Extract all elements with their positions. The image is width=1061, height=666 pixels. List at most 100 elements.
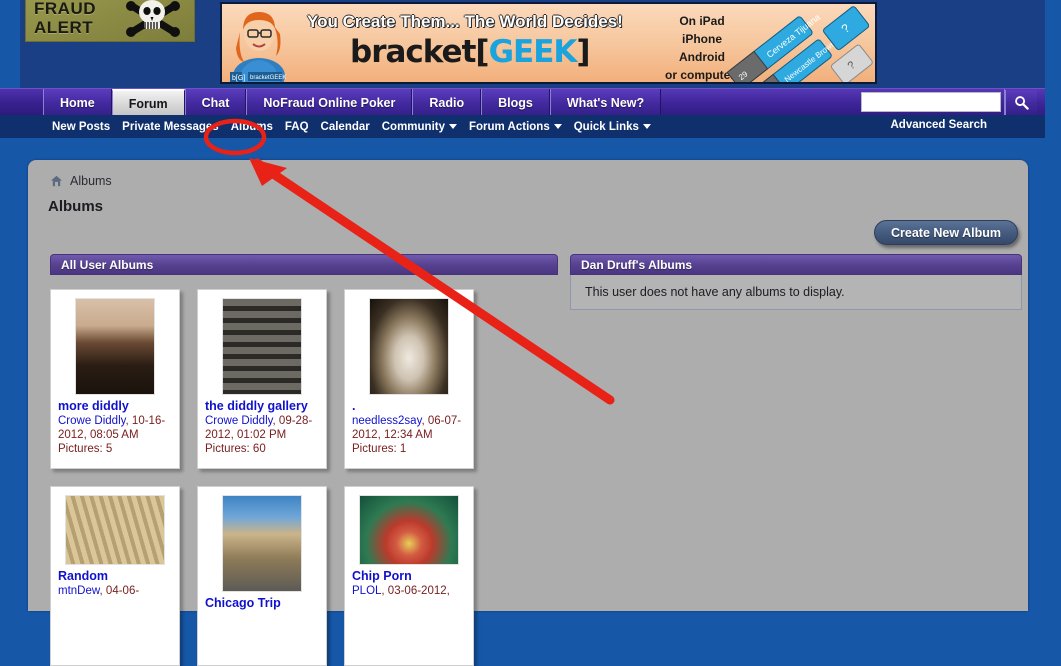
all-user-albums-header: All User Albums <box>50 254 558 275</box>
poker-chip-stacks-photo[interactable] <box>359 495 459 565</box>
portrait-man-photo[interactable] <box>75 298 155 395</box>
album-date: , 03-06-2012, <box>381 585 450 597</box>
album-picture-count: Pictures: 1 <box>352 443 407 455</box>
user-albums-empty-message: This user does not have any albums to di… <box>570 275 1022 310</box>
nav-tab-home[interactable]: Home <box>43 89 112 116</box>
chevron-down-icon <box>553 124 562 129</box>
chevron-down-icon <box>642 124 651 129</box>
user-albums-header: Dan Druff's Albums <box>570 254 1022 275</box>
chevron-down-icon <box>449 124 457 129</box>
breadcrumb-current[interactable]: Albums <box>70 174 112 188</box>
secondary-navigation: New Posts Private Messages Albums FAQ Calend… <box>0 115 1045 138</box>
subnav-item-calendar[interactable]: Calendar <box>321 121 370 133</box>
album-date: , 04-06- <box>99 585 140 597</box>
album-title-link[interactable]: Random <box>58 569 172 583</box>
banner-ad[interactable]: b[G] bracketGEEK You Create Them... The … <box>220 2 877 84</box>
album-title-link[interactable]: . <box>352 399 466 413</box>
subnav-item-forum-actions[interactable]: Forum Actions <box>469 121 562 133</box>
ad-brand-prefix: bracket[ <box>350 34 490 70</box>
subnav-item-label: Quick Links <box>573 120 639 133</box>
site-header: FRAUD ALERT b[G] bracketGEEK You Create … <box>0 0 1045 88</box>
subnav-item-new-posts[interactable]: New Posts <box>52 121 110 133</box>
album-meta: mtnDew, 04-06- <box>58 584 172 598</box>
album-meta: Crowe Diddly, 09-28-2012, 01:02 PM <box>205 414 319 442</box>
subnav-item-private-messages[interactable]: Private Messages <box>122 121 219 133</box>
nav-tab-what-s-new[interactable]: What's New? <box>549 89 662 116</box>
svg-text:b[G]: b[G] <box>232 75 245 82</box>
ad-brand-suffix: ] <box>576 34 590 70</box>
album-title-link[interactable]: more diddly <box>58 399 172 413</box>
nav-left-spacer <box>0 89 43 116</box>
album-author-link[interactable]: mtnDew <box>58 585 100 597</box>
nav-tab-blogs[interactable]: Blogs <box>481 89 550 116</box>
breadcrumb: Albums <box>50 174 112 188</box>
subnav-item-label: Calendar <box>320 120 370 133</box>
search-box[interactable] <box>861 92 1001 112</box>
nav-tab-nofraud-online-poker[interactable]: NoFraud Online Poker <box>246 89 413 116</box>
subnav-item-label: New Posts <box>52 120 111 133</box>
subnav-item-list: New Posts Private Messages Albums FAQ Calend… <box>52 115 651 138</box>
album-author-link[interactable]: Crowe Diddly <box>205 415 273 427</box>
fanned-banknotes-photo[interactable] <box>65 495 165 565</box>
search-input[interactable] <box>862 93 1000 111</box>
main-navigation: Home Forum Chat NoFraud Online Poker Radio Bl… <box>0 88 1045 116</box>
brick-building-facade-photo[interactable] <box>222 298 302 395</box>
subnav-item-faq[interactable]: FAQ <box>285 121 309 133</box>
nav-tab-forum[interactable]: Forum <box>111 89 185 116</box>
nav-tab-label: Radio <box>429 95 465 110</box>
subnav-item-label: Private Messages <box>122 120 219 133</box>
album-card[interactable]: Chicago Trip <box>197 486 327 666</box>
page-wrapper: FRAUD ALERT b[G] bracketGEEK You Create … <box>0 0 1045 666</box>
search-icon <box>1015 96 1029 110</box>
album-card[interactable]: more diddly Crowe Diddly, 10-16-2012, 08:… <box>50 289 180 469</box>
home-icon <box>50 175 63 187</box>
logo-line-1: FRAUD <box>34 0 96 18</box>
nav-tab-chat[interactable]: Chat <box>184 89 247 116</box>
nav-tab-radio[interactable]: Radio <box>412 89 482 116</box>
album-author-link[interactable]: needless2say <box>352 415 421 427</box>
album-card[interactable]: Chip Porn PLOL, 03-06-2012, <box>344 486 474 666</box>
subnav-item-label: FAQ <box>284 120 309 133</box>
ad-usb-drives-illustration: Cerveza Tijuana 29 Newcastle Brown Ale ?… <box>726 6 873 82</box>
album-title-link[interactable]: the diddly gallery <box>205 399 319 413</box>
album-picture-count: Pictures: 5 <box>58 443 113 455</box>
nav-tab-label: Forum <box>128 96 168 111</box>
advanced-search-link[interactable]: Advanced Search <box>890 119 987 131</box>
nav-tab-label: What's New? <box>566 95 645 110</box>
subnav-item-label: Albums <box>230 120 273 133</box>
ad-brand-logo: bracket[GEEK] <box>350 34 591 70</box>
album-title-link[interactable]: Chip Porn <box>352 569 466 583</box>
album-card[interactable]: Random mtnDew, 04-06- <box>50 486 180 666</box>
nav-tab-label: Chat <box>201 95 230 110</box>
album-title-link[interactable]: Chicago Trip <box>205 596 319 610</box>
page-title: Albums <box>48 198 104 215</box>
subnav-item-label: Forum Actions <box>469 120 550 133</box>
ad-brand-highlight: GEEK <box>488 34 578 70</box>
album-card-grid: more diddly Crowe Diddly, 10-16-2012, 08:… <box>50 289 558 666</box>
all-user-albums-column: All User Albums more diddly Crowe Diddly,… <box>50 254 558 666</box>
ad-mascot-illustration: b[G] bracketGEEK <box>230 12 286 82</box>
longhorn-steer-photo[interactable] <box>369 298 449 395</box>
nav-tab-label: Blogs <box>498 95 533 110</box>
user-albums-column: Dan Druff's Albums This user does not ha… <box>570 254 1022 310</box>
subnav-item-label: Community <box>381 120 445 133</box>
theater-marquee-photo[interactable] <box>222 495 302 592</box>
album-meta: PLOL, 03-06-2012, <box>352 584 466 598</box>
subnav-item-albums[interactable]: Albums <box>231 121 273 133</box>
subnav-item-quick-links[interactable]: Quick Links <box>574 121 651 133</box>
album-meta: needless2say, 06-07-2012, 12:34 AM <box>352 414 466 442</box>
nav-tab-list: Home Forum Chat NoFraud Online Poker Radio Bl… <box>43 89 662 116</box>
nav-tab-label: Home <box>60 95 95 110</box>
album-author-link[interactable]: Crowe Diddly <box>58 415 126 427</box>
album-author-link[interactable]: PLOL <box>352 585 381 597</box>
album-card[interactable]: the diddly gallery Crowe Diddly, 09-28-20… <box>197 289 327 469</box>
create-new-album-button[interactable]: Create New Album <box>874 220 1018 245</box>
album-card[interactable]: . needless2say, 06-07-2012, 12:34 AM Pictu… <box>344 289 474 469</box>
album-picture-count: Pictures: 60 <box>205 443 266 455</box>
site-logo[interactable]: FRAUD ALERT <box>25 0 195 42</box>
nav-tab-label: NoFraud Online Poker <box>263 95 396 110</box>
search-submit-button[interactable] <box>1005 90 1037 115</box>
subnav-item-community[interactable]: Community <box>382 121 457 133</box>
album-meta: Crowe Diddly, 10-16-2012, 08:05 AM <box>58 414 172 442</box>
logo-line-2: ALERT <box>34 18 94 37</box>
